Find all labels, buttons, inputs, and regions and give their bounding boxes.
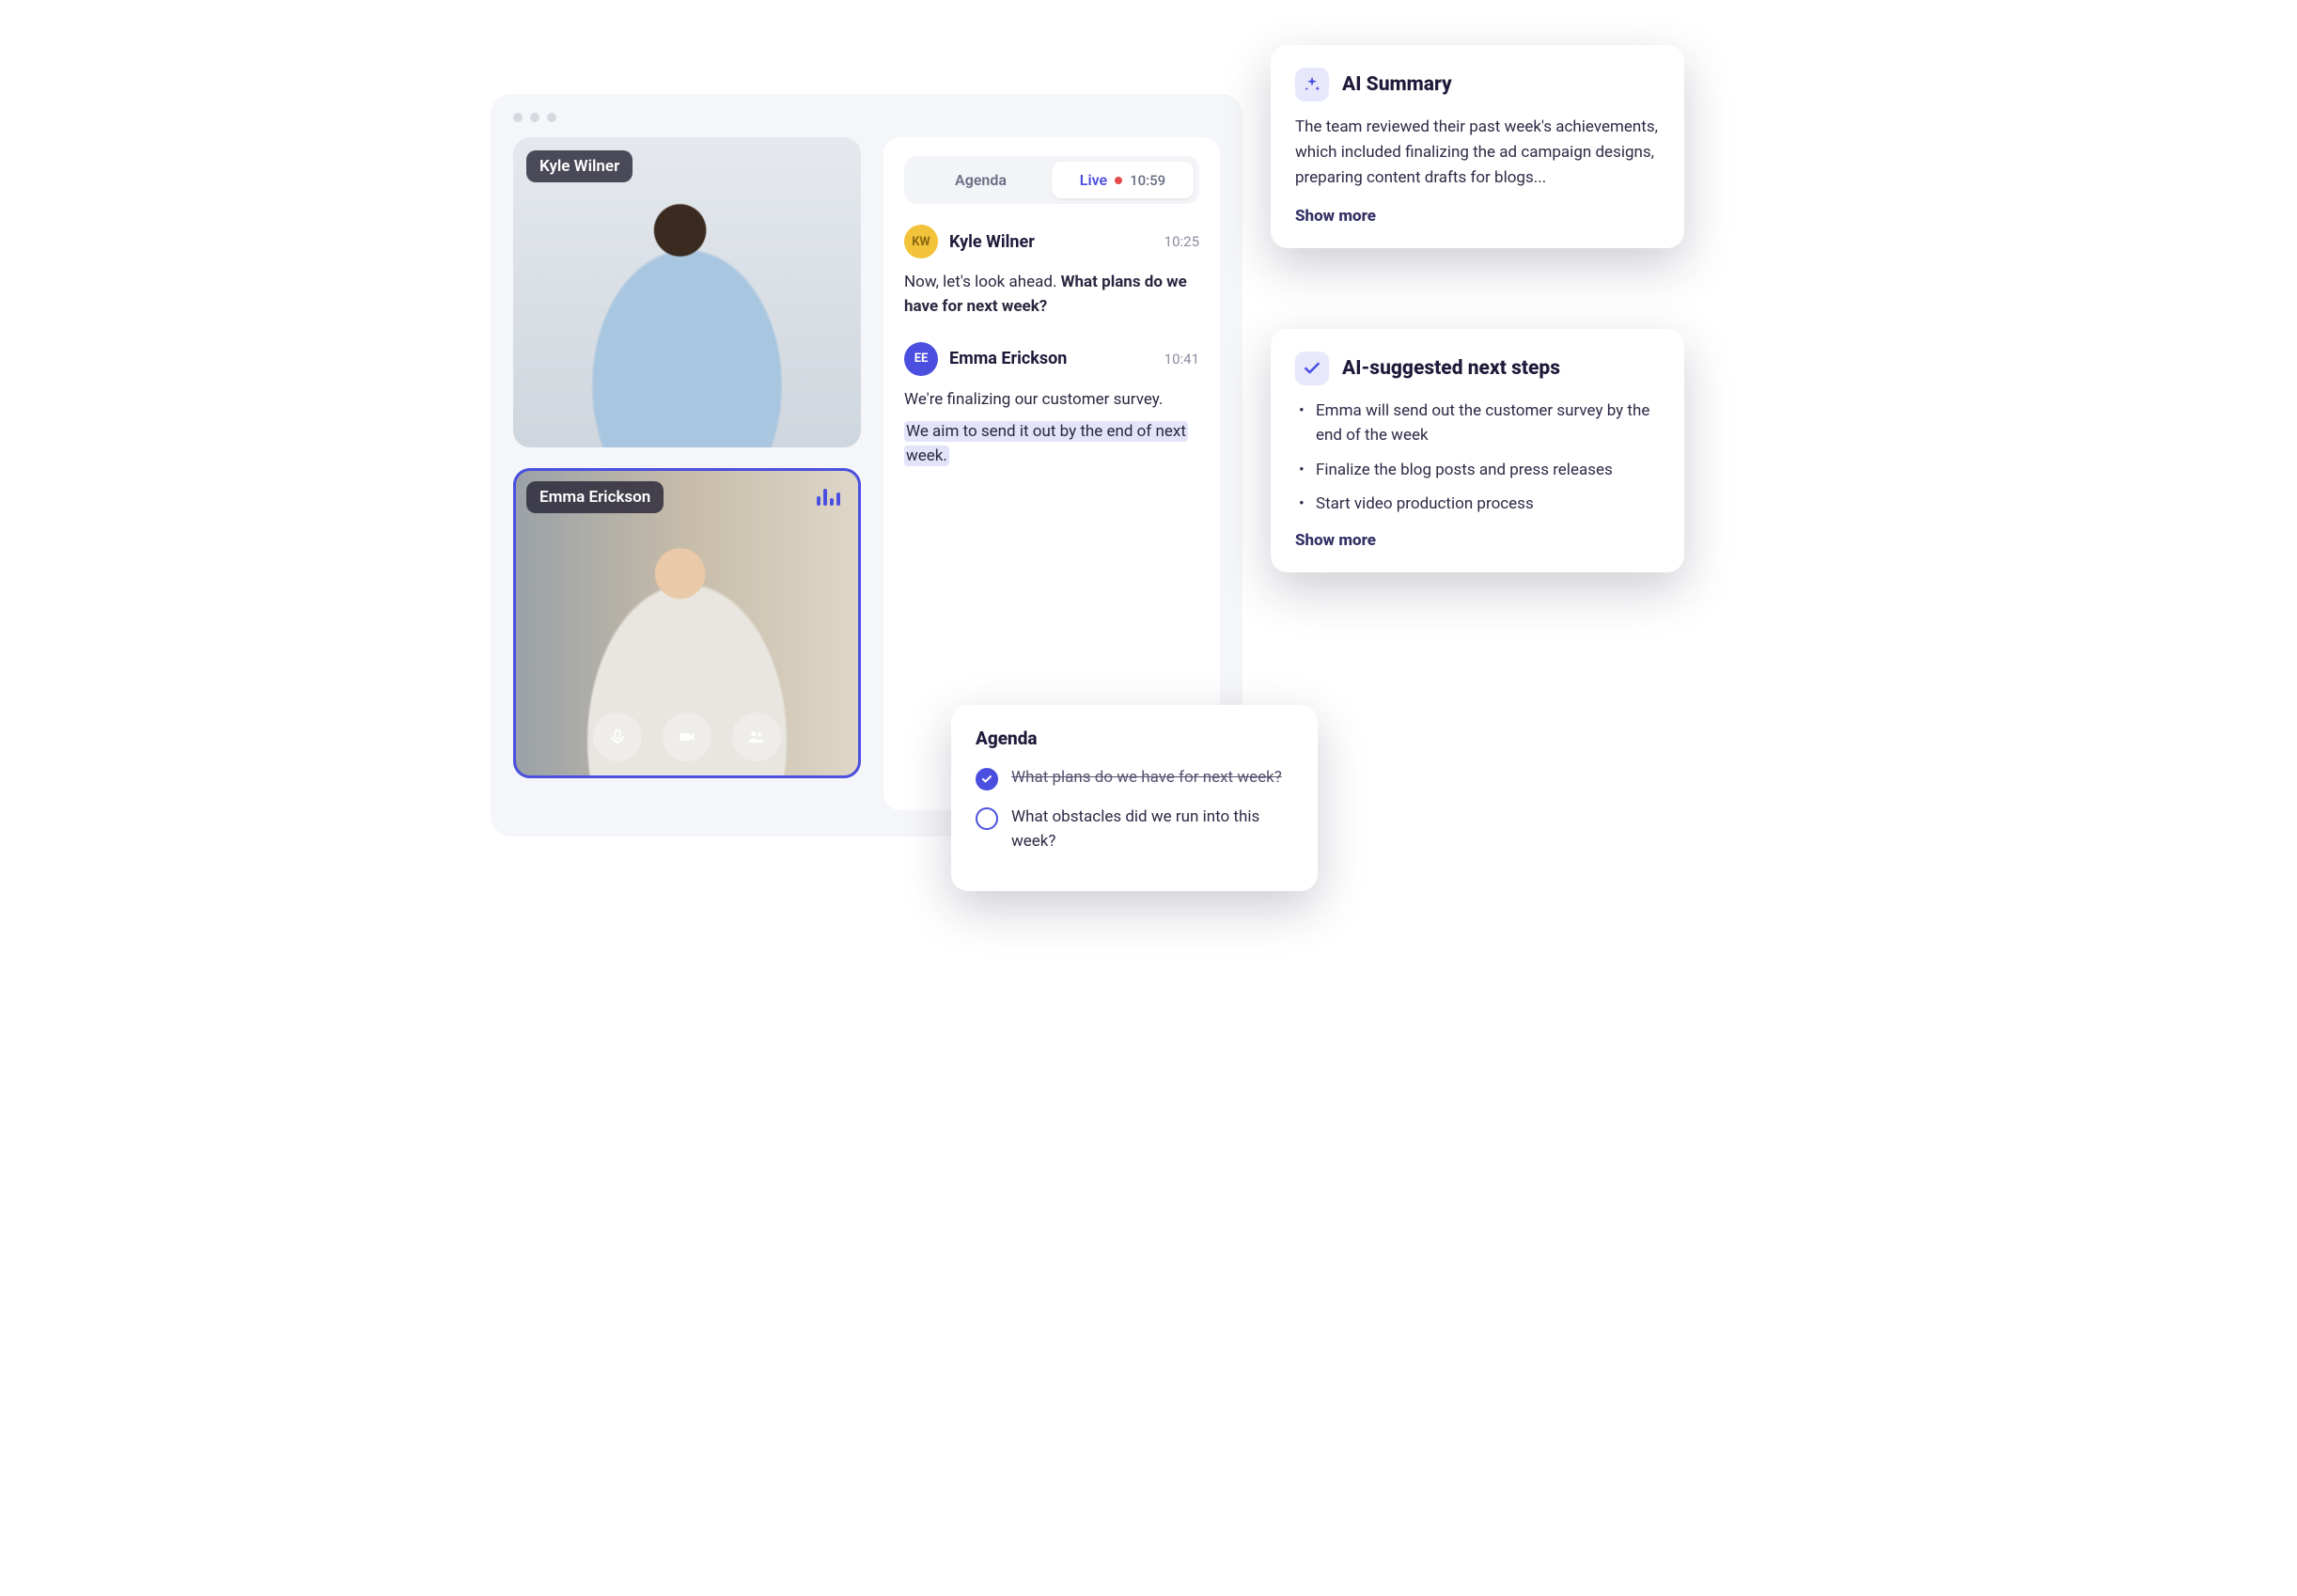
window-controls bbox=[513, 113, 1220, 122]
participants-button[interactable] bbox=[732, 712, 781, 761]
checkbox-checked-icon[interactable] bbox=[976, 768, 998, 790]
video-column: Kyle Wilner Emma Erickson bbox=[513, 137, 861, 810]
timestamp: 10:41 bbox=[1164, 351, 1199, 368]
next-steps-list: Emma will send out the customer survey b… bbox=[1295, 399, 1660, 516]
ai-next-steps-card: AI-suggested next steps Emma will send o… bbox=[1271, 329, 1684, 572]
speaking-indicator-icon bbox=[817, 489, 840, 506]
transcript-text: Now, let's look ahead. What plans do we … bbox=[904, 270, 1199, 320]
recording-dot-icon bbox=[1115, 177, 1122, 184]
card-title: AI-suggested next steps bbox=[1342, 357, 1560, 380]
card-title: Agenda bbox=[976, 728, 1293, 749]
agenda-item-text: What obstacles did we run into this week… bbox=[1011, 806, 1293, 853]
transcript-entry: EE Emma Erickson 10:41 We're finalizing … bbox=[904, 342, 1199, 469]
show-more-link[interactable]: Show more bbox=[1295, 531, 1660, 550]
transcript-text-plain: Now, let's look ahead. bbox=[904, 273, 1061, 291]
card-title: AI Summary bbox=[1342, 73, 1452, 96]
ai-summary-card: AI Summary The team reviewed their past … bbox=[1271, 45, 1684, 248]
sparkle-icon bbox=[1295, 68, 1329, 102]
transcript-line: We're finalizing our customer survey. bbox=[904, 387, 1199, 412]
people-icon bbox=[747, 728, 766, 746]
next-step-item: Start video production process bbox=[1295, 492, 1660, 516]
video-tile-emma[interactable]: Emma Erickson bbox=[513, 468, 861, 778]
agenda-item[interactable]: What obstacles did we run into this week… bbox=[976, 806, 1293, 853]
window-dot[interactable] bbox=[547, 113, 556, 122]
window-dot[interactable] bbox=[530, 113, 539, 122]
avatar: KW bbox=[904, 225, 938, 258]
transcript-entry: KW Kyle Wilner 10:25 Now, let's look ahe… bbox=[904, 225, 1199, 320]
next-step-item: Finalize the blog posts and press releas… bbox=[1295, 458, 1660, 482]
tab-agenda[interactable]: Agenda bbox=[910, 162, 1052, 198]
transcript-text: We're finalizing our customer survey. We… bbox=[904, 387, 1199, 469]
tab-live[interactable]: Live 10:59 bbox=[1052, 162, 1194, 198]
elapsed-time: 10:59 bbox=[1130, 172, 1165, 189]
speaker-name: Emma Erickson bbox=[949, 349, 1067, 368]
call-controls bbox=[513, 712, 861, 761]
participant-name-tag: Kyle Wilner bbox=[526, 150, 633, 182]
camera-icon bbox=[678, 728, 696, 746]
agenda-item[interactable]: What plans do we have for next week? bbox=[976, 766, 1293, 790]
microphone-icon bbox=[608, 728, 627, 746]
transcript-tabs: Agenda Live 10:59 bbox=[904, 156, 1199, 204]
tab-live-label: Live bbox=[1080, 171, 1107, 189]
speaker-name: Kyle Wilner bbox=[949, 232, 1035, 252]
checkbox-unchecked-icon[interactable] bbox=[976, 807, 998, 830]
window-dot[interactable] bbox=[513, 113, 523, 122]
camera-button[interactable] bbox=[663, 712, 711, 761]
agenda-item-text: What plans do we have for next week? bbox=[1011, 766, 1282, 790]
show-more-link[interactable]: Show more bbox=[1295, 207, 1660, 226]
agenda-card: Agenda What plans do we have for next we… bbox=[951, 705, 1318, 891]
summary-text: The team reviewed their past week's achi… bbox=[1295, 115, 1660, 192]
next-step-item: Emma will send out the customer survey b… bbox=[1295, 399, 1660, 448]
timestamp: 10:25 bbox=[1164, 233, 1199, 250]
avatar: EE bbox=[904, 342, 938, 376]
mute-button[interactable] bbox=[593, 712, 642, 761]
participant-name-tag: Emma Erickson bbox=[526, 481, 664, 513]
check-icon bbox=[1295, 352, 1329, 385]
video-tile-kyle[interactable]: Kyle Wilner bbox=[513, 137, 861, 447]
transcript-highlight[interactable]: We aim to send it out by the end of next… bbox=[904, 421, 1188, 466]
